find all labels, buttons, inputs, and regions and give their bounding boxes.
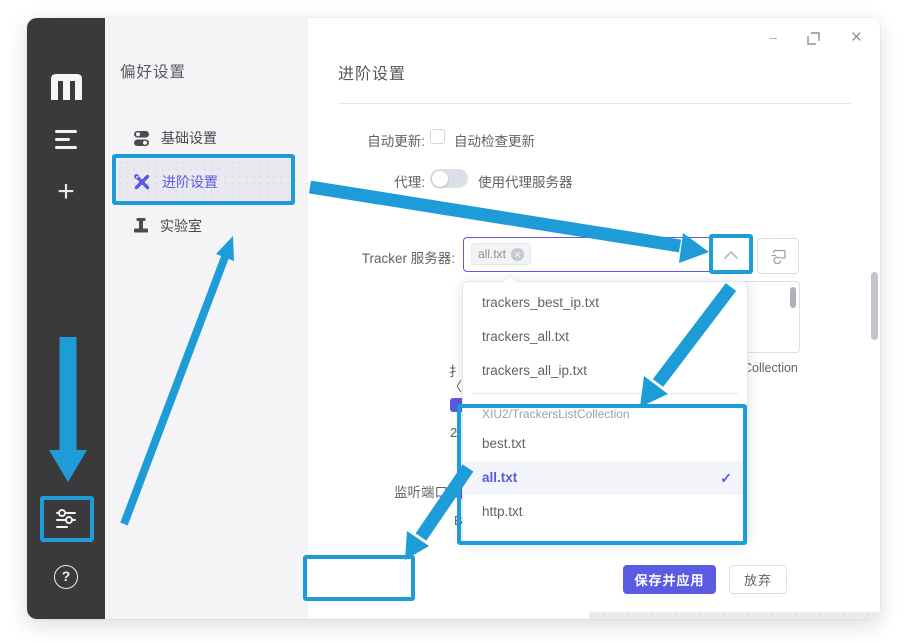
- selected-tracker-tag: all.txt: [471, 243, 531, 265]
- task-list-icon[interactable]: [55, 130, 77, 149]
- annotation-box-chevron: [709, 234, 753, 274]
- screenshot-stage: + ? 偏好设置 基础: [0, 0, 906, 643]
- toggle-knob: [432, 171, 448, 187]
- auto-check-update-checkbox[interactable]: [430, 129, 445, 144]
- window-bottom-edge: [589, 612, 880, 619]
- app-window: + ? 偏好设置 基础: [27, 18, 880, 619]
- discard-button[interactable]: 放弃: [729, 565, 787, 594]
- textarea-scrollbar-thumb[interactable]: [790, 287, 796, 308]
- page-scrollbar-thumb[interactable]: [871, 272, 878, 340]
- dropdown-option[interactable]: trackers_all.txt: [463, 320, 747, 354]
- sync-trackers-icon: [770, 249, 787, 264]
- annotation-box-dropdown-group: [457, 404, 747, 545]
- tag-remove-icon[interactable]: [511, 248, 524, 261]
- sync-trackers-button[interactable]: [757, 238, 799, 274]
- collection-link-text[interactable]: Collection: [743, 361, 798, 375]
- occluded-fragment: 〈: [449, 376, 462, 395]
- nav-item-label: 实验室: [160, 216, 202, 236]
- save-apply-button[interactable]: 保存并应用: [623, 565, 716, 594]
- proxy-toggle-text: 使用代理服务器: [478, 171, 573, 191]
- lab-stamp-icon: [133, 218, 149, 235]
- tag-label: all.txt: [478, 247, 506, 261]
- toggles-icon: [133, 130, 150, 147]
- annotation-box-save-button: [303, 555, 415, 601]
- motrix-logo-icon: [49, 74, 84, 100]
- proxy-toggle[interactable]: [430, 169, 468, 188]
- page-title: 进阶设置: [338, 60, 406, 84]
- annotation-box-sliders-icon: [40, 496, 94, 542]
- title-divider: [338, 103, 851, 104]
- preferences-panel: 偏好设置 基础设置 进: [105, 18, 308, 619]
- minimize-button[interactable]: –: [770, 28, 776, 48]
- nav-item-basic-settings[interactable]: 基础设置: [117, 121, 293, 155]
- add-task-icon[interactable]: +: [51, 178, 81, 208]
- close-button[interactable]: ×: [851, 28, 862, 48]
- auto-check-update-text: 自动检查更新: [454, 130, 535, 150]
- preferences-title: 偏好设置: [120, 60, 186, 82]
- dropdown-option[interactable]: trackers_best_ip.txt: [463, 286, 747, 320]
- help-icon[interactable]: ?: [54, 565, 78, 589]
- tracker-server-label: Tracker 服务器:: [335, 247, 455, 267]
- dropdown-divider: [472, 393, 738, 394]
- nav-item-label: 基础设置: [161, 128, 217, 148]
- dropdown-option[interactable]: trackers_all_ip.txt: [463, 354, 747, 388]
- maximize-button[interactable]: [806, 31, 821, 46]
- window-controls: – ×: [770, 28, 862, 48]
- proxy-label: 代理:: [325, 171, 425, 191]
- listen-port-label: 监听端口: [348, 481, 448, 501]
- auto-update-label: 自动更新:: [325, 130, 425, 150]
- annotation-box-advanced-settings: [112, 154, 295, 205]
- nav-item-lab[interactable]: 实验室: [117, 209, 293, 243]
